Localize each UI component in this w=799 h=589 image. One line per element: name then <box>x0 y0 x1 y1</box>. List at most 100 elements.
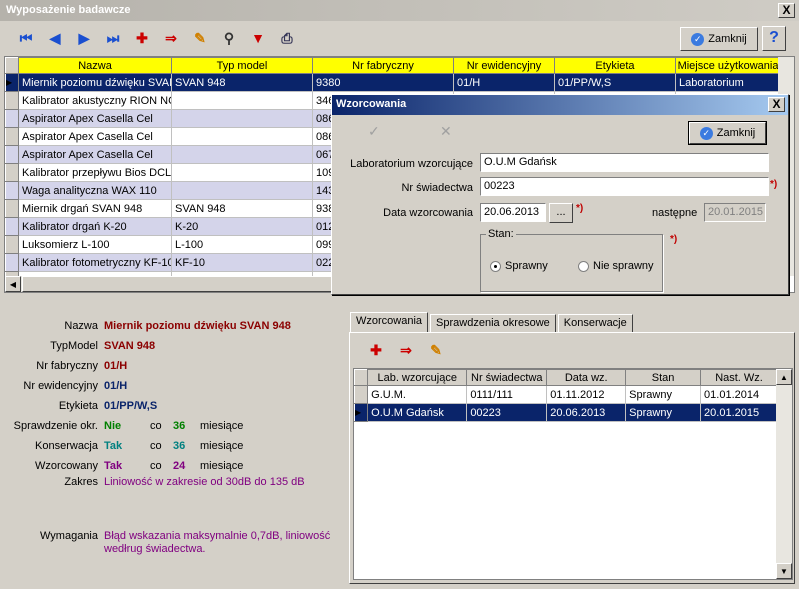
last-icon[interactable]: ⏭ <box>101 27 125 49</box>
sub-row-selector[interactable] <box>354 385 369 404</box>
table-cell[interactable]: 01/PP/W,S <box>554 73 676 92</box>
table-cell[interactable]: KF-10 <box>171 253 313 272</box>
sub-column-header[interactable]: Lab. wzorcujące <box>367 369 468 386</box>
table-cell[interactable] <box>171 91 313 110</box>
sub-row-selector[interactable]: ▶ <box>354 403 369 422</box>
filter-icon[interactable]: ▼ <box>246 27 270 49</box>
table-cell[interactable]: SVAN 948 <box>171 73 313 92</box>
sub-column-header[interactable]: Stan <box>625 369 702 386</box>
sub-table-cell[interactable]: Sprawny <box>625 403 702 422</box>
date-picker-button[interactable]: ... <box>549 203 573 223</box>
sub-column-header[interactable]: Nr świadectwa <box>466 369 548 386</box>
add-icon[interactable]: ✚ <box>130 27 154 49</box>
column-header[interactable]: Miejsce użytkowania <box>675 57 781 74</box>
sub-table-cell[interactable]: 20.06.2013 <box>546 403 627 422</box>
table-cell[interactable] <box>171 127 313 146</box>
row-selector[interactable] <box>5 91 19 110</box>
row-selector[interactable] <box>5 145 19 164</box>
row-selector[interactable]: ▶ <box>5 73 19 92</box>
print-icon[interactable]: ⎙ <box>275 27 299 49</box>
ok-icon[interactable]: ✓ <box>368 123 380 140</box>
table-cell[interactable] <box>171 109 313 128</box>
table-cell[interactable]: Kalibrator drgań K-20 <box>18 217 172 236</box>
tab-sprawdzenia[interactable]: Sprawdzenia okresowe <box>430 314 556 333</box>
sub-table-cell[interactable]: Sprawny <box>625 385 702 404</box>
sub-column-header[interactable]: Nast. Wz. <box>700 369 778 386</box>
sub-table-cell[interactable]: 00223 <box>466 403 548 422</box>
table-cell[interactable]: Aspirator Apex Casella Cel <box>18 127 172 146</box>
table-cell[interactable]: 9380 <box>312 73 454 92</box>
table-cell[interactable]: 01/H <box>453 73 555 92</box>
sprawdzenie-co: co <box>150 420 162 432</box>
table-cell[interactable]: Kalibrator przepływu Bios DCL-H <box>18 163 172 182</box>
edit-icon[interactable]: ✎ <box>188 27 212 49</box>
table-cell[interactable] <box>171 163 313 182</box>
row-selector[interactable] <box>5 163 19 182</box>
tab-panel: ✚ ⇒ ✎ Lab. wzorcujące Nr świadectwa Data w… <box>349 332 795 584</box>
table-cell[interactable] <box>171 145 313 164</box>
dialog-close-button[interactable]: X <box>768 97 785 112</box>
sub-table-cell[interactable]: 01.01.2014 <box>700 385 778 404</box>
search-icon[interactable]: ⚲ <box>217 27 241 49</box>
table-cell[interactable]: Kalibrator fotometryczny KF-10 <box>18 253 172 272</box>
table-cell[interactable]: Aspirator Apex Casella Cel <box>18 145 172 164</box>
row-selector[interactable] <box>5 235 19 254</box>
next-icon[interactable]: ▶ <box>72 27 96 49</box>
row-selector[interactable] <box>5 109 19 128</box>
sub-vertical-scrollbar[interactable]: ▲ ▼ <box>776 369 792 579</box>
dialog-close-labeled-button[interactable]: ✓ Zamknij <box>688 121 767 145</box>
radio-sprawny[interactable]: Sprawny <box>490 260 548 272</box>
sub-add-icon[interactable]: ✚ <box>364 339 388 361</box>
column-header[interactable]: Nazwa <box>18 57 172 74</box>
table-cell[interactable]: L-100 <box>171 235 313 254</box>
row-selector[interactable] <box>5 253 19 272</box>
column-header[interactable]: Nr fabryczny <box>312 57 454 74</box>
scroll-left-icon[interactable]: ◀ <box>5 276 21 292</box>
table-cell[interactable]: Laboratorium <box>675 73 781 92</box>
sub-table-row[interactable]: G.U.M. 0111/111 01.11.2012 Sprawny 01.01.201… <box>354 385 778 404</box>
window-close-button[interactable]: X <box>778 3 795 18</box>
table-cell[interactable]: Waga analityczna WAX 110 <box>18 181 172 200</box>
sub-move-icon[interactable]: ⇒ <box>394 339 418 361</box>
cancel-icon[interactable]: ✕ <box>440 123 452 140</box>
tab-konserwacje[interactable]: Konserwacje <box>557 314 633 333</box>
sub-column-header[interactable]: Data wz. <box>546 369 627 386</box>
tab-wzorcowania[interactable]: Wzorcowania <box>350 312 429 333</box>
sub-table-cell[interactable]: O.U.M Gdańsk <box>367 403 468 422</box>
row-selector[interactable] <box>5 181 19 200</box>
radio-nie-sprawny[interactable]: Nie sprawny <box>578 260 654 272</box>
date-input[interactable]: 20.06.2013 <box>480 203 546 222</box>
sub-table-cell[interactable]: 20.01.2015 <box>700 403 778 422</box>
column-header[interactable]: Typ model <box>171 57 313 74</box>
sub-edit-icon[interactable]: ✎ <box>424 339 448 361</box>
column-header[interactable]: Nr ewidencyjny <box>453 57 555 74</box>
table-cell[interactable] <box>171 181 313 200</box>
row-selector[interactable] <box>5 199 19 218</box>
help-button[interactable]: ? <box>762 26 786 51</box>
column-header[interactable]: Etykieta <box>554 57 676 74</box>
table-cell[interactable]: Miernik drgań SVAN 948 <box>18 199 172 218</box>
move-icon[interactable]: ⇒ <box>159 27 183 49</box>
table-cell[interactable]: Miernik poziomu dźwięku SVAN 948 <box>18 73 172 92</box>
lab-input[interactable]: O.U.M Gdańsk <box>480 153 769 172</box>
table-cell[interactable]: Kalibrator akustyczny RION NC-74 <box>18 91 172 110</box>
table-cell[interactable]: SVAN 948 <box>171 199 313 218</box>
nr-required-mark: *) <box>770 179 778 190</box>
table-cell[interactable]: Aspirator Apex Casella Cel <box>18 109 172 128</box>
scroll-down-icon[interactable]: ▼ <box>776 563 792 579</box>
scroll-up-icon[interactable]: ▲ <box>776 369 792 385</box>
sub-table-row[interactable]: ▶ O.U.M Gdańsk 00223 20.06.2013 Sprawny 20.01… <box>354 403 778 422</box>
prev-icon[interactable]: ◀ <box>43 27 67 49</box>
sub-table-cell[interactable]: 0111/111 <box>466 385 548 404</box>
close-button-label: Zamknij <box>708 33 747 45</box>
sub-table-cell[interactable]: G.U.M. <box>367 385 468 404</box>
first-icon[interactable]: ⏮ <box>14 27 38 49</box>
table-row[interactable]: ▶Miernik poziomu dźwięku SVAN 948SVAN 94… <box>5 73 781 92</box>
row-selector[interactable] <box>5 217 19 236</box>
close-button[interactable]: ✓ Zamknij <box>680 27 758 51</box>
nr-input[interactable]: 00223 <box>480 177 769 196</box>
row-selector[interactable] <box>5 127 19 146</box>
table-cell[interactable]: K-20 <box>171 217 313 236</box>
sub-table-cell[interactable]: 01.11.2012 <box>546 385 627 404</box>
table-cell[interactable]: Luksomierz L-100 <box>18 235 172 254</box>
